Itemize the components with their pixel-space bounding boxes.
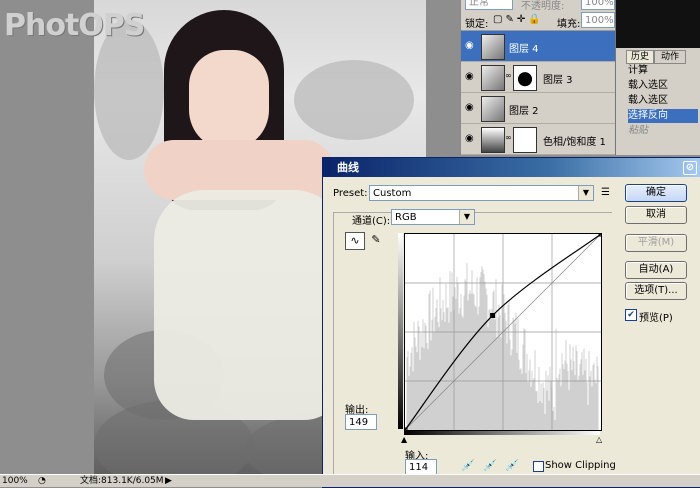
link-icon: ∞	[505, 71, 512, 80]
preset-select[interactable]: Custom ▼	[369, 185, 594, 201]
dialog-titlebar[interactable]: 曲线 ⊘	[323, 158, 700, 177]
white-eyedropper-icon[interactable]: 💉	[505, 459, 519, 472]
layer-row-4[interactable]: ◉ 图层 4	[461, 31, 616, 62]
watermark-logo: PhotOPS	[4, 8, 145, 43]
channel-select[interactable]: RGB ▼	[391, 209, 475, 225]
status-icon[interactable]: ◔	[38, 475, 46, 487]
curves-dialog: 曲线 ⊘ Preset: Custom ▼ ☰ 通道(C): RGB ▼ ∿ ✎…	[322, 157, 700, 488]
layer-name: 图层 4	[509, 44, 539, 55]
preview-checkbox[interactable]: ✔	[625, 309, 637, 321]
blend-mode-select[interactable]: 正常	[465, 0, 513, 10]
zoom-level[interactable]: 100%	[2, 475, 28, 487]
layer-thumbnail	[481, 34, 505, 60]
pencil-tool-icon[interactable]: ✎	[368, 232, 384, 248]
document-size[interactable]: 文档:813.1K/6.05M	[80, 475, 164, 487]
curve-point-tool-icon[interactable]: ∿	[345, 232, 365, 250]
layer-row-3[interactable]: ◉ ∞ 图层 3	[461, 62, 616, 93]
lock-icons[interactable]: ▢✎✛🔒	[493, 14, 544, 25]
history-item-selected[interactable]: 选择反向	[628, 109, 698, 123]
history-item[interactable]: 载入选区	[628, 79, 698, 93]
chevron-down-icon: ▼	[578, 186, 593, 200]
history-tab[interactable]: 历史	[626, 50, 654, 64]
curve-graph[interactable]	[402, 231, 604, 433]
show-clipping-checkbox[interactable]	[533, 461, 544, 472]
channel-label: 通道(C):	[352, 216, 391, 227]
cancel-button[interactable]: 取消	[625, 206, 687, 224]
actions-tab[interactable]: 动作	[654, 50, 686, 64]
output-gradient-bar	[398, 233, 403, 429]
photo-subject	[134, 10, 344, 430]
status-arrow-icon[interactable]: ▶	[165, 475, 172, 487]
preset-label: Preset:	[333, 188, 368, 199]
layer-name: 图层 2	[509, 106, 539, 117]
eye-icon[interactable]: ◉	[465, 71, 474, 82]
layer-mask-thumbnail	[513, 65, 537, 91]
opacity-input[interactable]: 100%	[581, 0, 615, 10]
preview-label: 预览(P)	[639, 313, 673, 324]
fill-input[interactable]: 100%	[581, 12, 615, 28]
input-input[interactable]: 114	[405, 459, 437, 475]
curve-svg[interactable]	[402, 231, 604, 433]
lock-label: 锁定:	[465, 19, 489, 30]
layer-thumbnail	[481, 96, 505, 122]
layer-thumbnail	[481, 65, 505, 91]
options-button[interactable]: 选项(T)...	[625, 282, 687, 300]
layer-mask-thumbnail	[513, 127, 537, 153]
eye-icon[interactable]: ◉	[465, 102, 474, 113]
history-item[interactable]: 计算	[628, 64, 698, 78]
white-point-slider-icon[interactable]: △	[596, 435, 602, 444]
adjustment-layer-icon	[481, 127, 505, 153]
preset-options-icon[interactable]: ☰	[601, 187, 610, 198]
output-input[interactable]: 149	[345, 414, 377, 430]
layer-row-2[interactable]: ◉ 图层 2	[461, 93, 616, 124]
auto-button[interactable]: 自动(A)	[625, 261, 687, 279]
ok-button[interactable]: 确定	[625, 184, 687, 202]
gray-eyedropper-icon[interactable]: 💉	[483, 459, 497, 472]
show-clipping-label: Show Clipping	[545, 460, 616, 471]
chevron-down-icon: ▼	[459, 210, 474, 224]
history-item[interactable]: 粘贴	[628, 124, 698, 138]
link-icon: ∞	[505, 133, 512, 142]
actions-tab-label: 动作	[660, 52, 679, 62]
layers-panel: 正常 不透明度: 100% 锁定: ▢✎✛🔒 填充: 100% ◉ 图层 4 ◉…	[460, 0, 616, 155]
opacity-label: 不透明度:	[521, 1, 565, 12]
dialog-title: 曲线	[337, 161, 359, 174]
status-bar: 100% ◔ 文档:813.1K/6.05M ▶	[0, 474, 700, 487]
history-item[interactable]: 载入选区	[628, 94, 698, 108]
layer-name: 色相/饱和度 1	[543, 137, 606, 148]
close-icon[interactable]: ⊘	[683, 161, 697, 175]
smooth-button[interactable]: 平滑(M)	[625, 234, 687, 252]
fill-label: 填充:	[557, 19, 581, 30]
black-eyedropper-icon[interactable]: 💉	[461, 459, 475, 472]
histogram	[406, 262, 599, 430]
black-point-slider-icon[interactable]: ▲	[401, 435, 407, 444]
eye-icon[interactable]: ◉	[465, 40, 474, 51]
layer-name: 图层 3	[543, 75, 573, 86]
layer-row-hue-saturation[interactable]: ◉ ∞ 色相/饱和度 1	[461, 124, 616, 155]
history-panel: 历史 动作 计算 载入选区 载入选区 选择反向 粘贴	[615, 0, 700, 155]
curve-control-point[interactable]	[490, 312, 496, 318]
history-tab-label: 历史	[630, 52, 649, 62]
eye-icon[interactable]: ◉	[465, 133, 474, 144]
